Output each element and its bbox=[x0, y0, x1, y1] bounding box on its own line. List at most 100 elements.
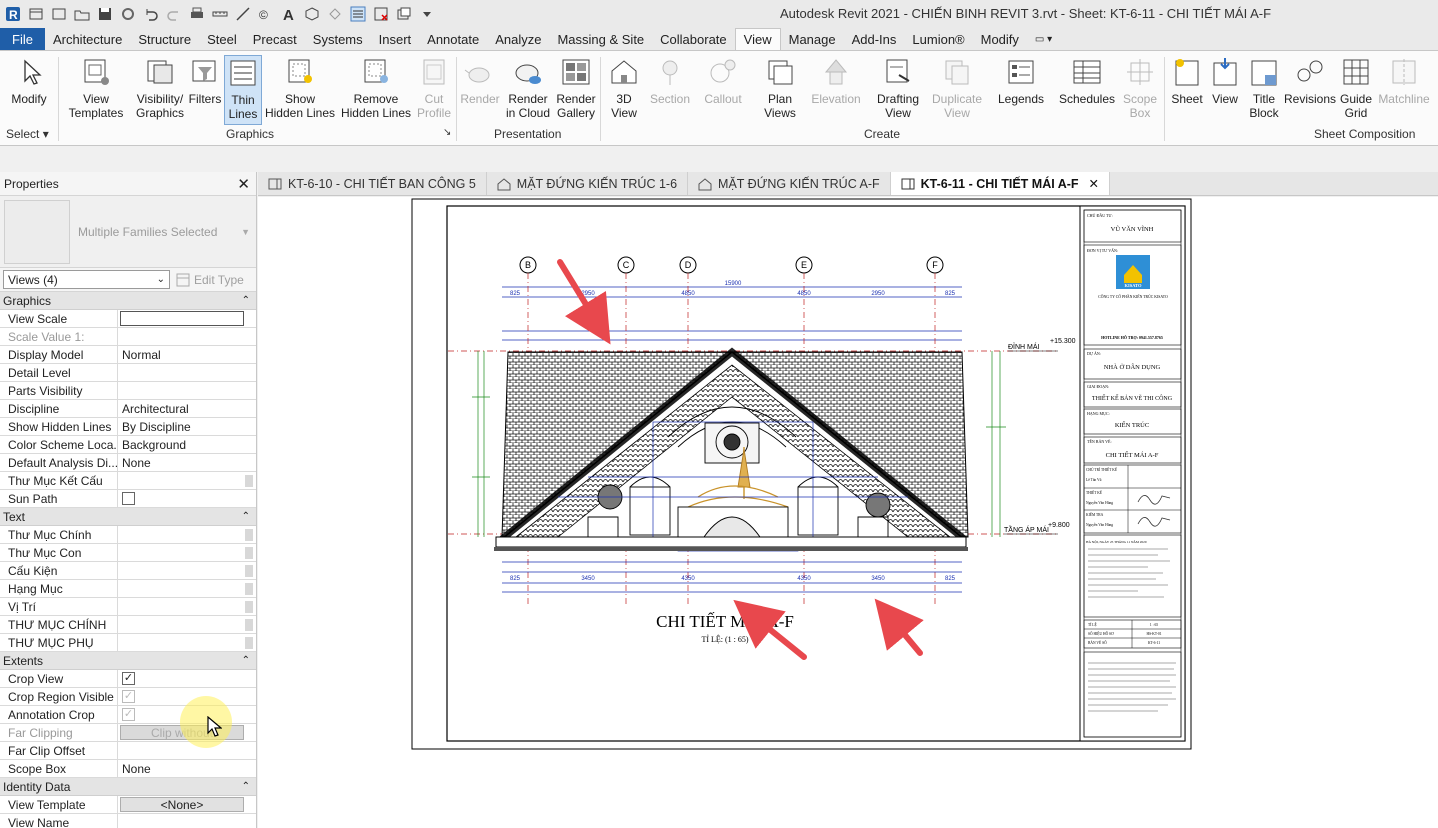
prop-view-scale[interactable]: View Scale bbox=[0, 310, 256, 328]
title-block-button[interactable]: Title Block bbox=[1246, 55, 1282, 120]
view-templates-button[interactable]: View Templates bbox=[66, 55, 126, 120]
sheet-drawing[interactable]: B C D E F 825 2950 4850 4850 2950 825 15… bbox=[258, 197, 1438, 828]
section-identity-data[interactable]: Identity Data ⌃ bbox=[0, 778, 256, 796]
3d-view-button[interactable]: 3D View bbox=[604, 55, 644, 120]
sheet-button[interactable]: Sheet bbox=[1168, 55, 1206, 106]
section-text[interactable]: Text ⌃ bbox=[0, 508, 256, 526]
cut-profile-button[interactable]: Cut Profile bbox=[414, 55, 454, 120]
measure-icon[interactable] bbox=[211, 5, 229, 23]
section-graphics[interactable]: Graphics ⌃ bbox=[0, 292, 256, 310]
undo-icon[interactable] bbox=[142, 5, 160, 23]
scrollbar-thumb[interactable] bbox=[245, 601, 253, 613]
print-icon[interactable] bbox=[188, 5, 206, 23]
tab-collaborate[interactable]: Collaborate bbox=[652, 28, 735, 50]
customize-icon[interactable] bbox=[418, 5, 436, 23]
duplicate-view-button[interactable]: Duplicate View bbox=[928, 55, 986, 120]
modify-button[interactable]: Modify bbox=[6, 55, 52, 106]
tab-architecture[interactable]: Architecture bbox=[45, 28, 130, 50]
prop-view-template[interactable]: View Template <None> bbox=[0, 796, 256, 814]
scrollbar-thumb[interactable] bbox=[245, 565, 253, 577]
prop-display-model[interactable]: Display Model Normal bbox=[0, 346, 256, 364]
save-icon[interactable] bbox=[96, 5, 114, 23]
prop-cau-kien[interactable]: Cấu Kiện bbox=[0, 562, 256, 580]
prop-show-hidden-lines[interactable]: Show Hidden Lines By Discipline bbox=[0, 418, 256, 436]
tab-insert[interactable]: Insert bbox=[371, 28, 420, 50]
prop-vi-tri[interactable]: Vị Trí bbox=[0, 598, 256, 616]
prop-hang-muc[interactable]: Hạng Mục bbox=[0, 580, 256, 598]
prop-thu-muc-chinh-upper[interactable]: THƯ MỤC CHÍNH bbox=[0, 616, 256, 634]
prop-thu-muc-ket-cau[interactable]: Thư Mục Kết Cấu bbox=[0, 472, 256, 490]
prop-thu-muc-chinh[interactable]: Thư Mục Chính bbox=[0, 526, 256, 544]
tab-manage[interactable]: Manage bbox=[781, 28, 844, 50]
thin-lines-icon[interactable] bbox=[349, 5, 367, 23]
remove-hidden-lines-button[interactable]: Remove Hidden Lines bbox=[340, 55, 412, 120]
drawing-title[interactable]: CHI TIẾT MÁI A-F bbox=[656, 612, 794, 631]
switch-windows-icon[interactable] bbox=[395, 5, 413, 23]
folder-icon[interactable] bbox=[73, 5, 91, 23]
crop-view-checkbox[interactable]: ✓ bbox=[122, 672, 135, 685]
view-scale-input[interactable] bbox=[120, 311, 244, 326]
plan-views-button[interactable]: Plan Views bbox=[758, 55, 802, 120]
elevation-button[interactable]: Elevation bbox=[808, 55, 864, 106]
tab-structure[interactable]: Structure bbox=[130, 28, 199, 50]
scrollbar-thumb[interactable] bbox=[245, 619, 253, 631]
group-select-label[interactable]: Select ▾ bbox=[6, 127, 49, 141]
sun-path-checkbox[interactable] bbox=[122, 492, 135, 505]
close-tab-icon[interactable]: ✕ bbox=[1089, 176, 1099, 191]
show-hidden-lines-button[interactable]: Show Hidden Lines bbox=[264, 55, 336, 120]
tab-analyze[interactable]: Analyze bbox=[487, 28, 549, 50]
views-filter-dropdown[interactable]: Views (4) ⌄ bbox=[3, 270, 170, 289]
render-in-cloud-button[interactable]: Render in Cloud bbox=[504, 55, 552, 120]
new-icon[interactable] bbox=[27, 5, 45, 23]
tab-file[interactable]: File bbox=[0, 28, 45, 50]
guide-grid-button[interactable]: Guide Grid bbox=[1338, 55, 1374, 120]
redo-icon[interactable] bbox=[165, 5, 183, 23]
prop-view-name[interactable]: View Name bbox=[0, 814, 256, 828]
scope-box-button[interactable]: Scope Box bbox=[1120, 55, 1160, 120]
prop-color-scheme-location[interactable]: Color Scheme Loca... Background bbox=[0, 436, 256, 454]
revisions-button[interactable]: Revisions bbox=[1284, 55, 1336, 106]
schedules-button[interactable]: Schedules bbox=[1058, 55, 1116, 106]
tab-systems[interactable]: Systems bbox=[305, 28, 371, 50]
view-tab-kt-6-11[interactable]: KT-6-11 - CHI TIẾT MÁI A-F ✕ bbox=[890, 172, 1111, 195]
dimension-icon[interactable] bbox=[234, 5, 252, 23]
type-selector[interactable]: Multiple Families Selected ▼ bbox=[0, 196, 256, 268]
render-button[interactable]: Render bbox=[458, 55, 502, 106]
place-view-button[interactable]: View bbox=[1208, 55, 1242, 106]
filters-button[interactable]: Filters bbox=[188, 55, 222, 106]
prop-discipline[interactable]: Discipline Architectural bbox=[0, 400, 256, 418]
drawing-canvas[interactable]: B C D E F 825 2950 4850 4850 2950 825 15… bbox=[258, 197, 1438, 828]
scrollbar-thumb[interactable] bbox=[245, 475, 253, 487]
scrollbar-thumb[interactable] bbox=[245, 637, 253, 649]
section-extents[interactable]: Extents ⌃ bbox=[0, 652, 256, 670]
view-template-button[interactable]: <None> bbox=[120, 797, 244, 812]
close-icon[interactable]: ✕ bbox=[237, 175, 250, 193]
prop-parts-visibility[interactable]: Parts Visibility bbox=[0, 382, 256, 400]
close-hidden-icon[interactable] bbox=[372, 5, 390, 23]
open-icon[interactable] bbox=[50, 5, 68, 23]
prop-detail-level[interactable]: Detail Level bbox=[0, 364, 256, 382]
tab-view[interactable]: View bbox=[734, 28, 781, 50]
ribbon-minimize-toggle[interactable]: ▭ ▾ bbox=[1027, 28, 1060, 50]
tab-steel[interactable]: Steel bbox=[199, 28, 245, 50]
visibility-graphics-button[interactable]: Visibility/Graphics bbox=[132, 55, 188, 120]
tab-modify[interactable]: Modify bbox=[973, 28, 1027, 50]
section-button[interactable]: Section bbox=[648, 55, 692, 106]
thin-lines-button[interactable]: Thin Lines bbox=[224, 55, 262, 125]
prop-thu-muc-con[interactable]: Thư Mục Con bbox=[0, 544, 256, 562]
matchline-button[interactable]: Matchline bbox=[1376, 55, 1432, 106]
render-gallery-button[interactable]: Render Gallery bbox=[554, 55, 598, 120]
tag-icon[interactable]: © bbox=[257, 5, 275, 23]
scrollbar-thumb[interactable] bbox=[245, 583, 253, 595]
tab-massing-site[interactable]: Massing & Site bbox=[549, 28, 652, 50]
view-tab-mat-dung-1-6[interactable]: MẶT ĐỨNG KIẾN TRÚC 1-6 bbox=[487, 172, 689, 195]
3d-view-icon[interactable] bbox=[303, 5, 321, 23]
graphics-dialog-launcher-icon[interactable]: ↘ bbox=[443, 127, 451, 138]
sync-icon[interactable] bbox=[119, 5, 137, 23]
edit-type-button[interactable]: Edit Type bbox=[176, 273, 244, 287]
legends-button[interactable]: Legends bbox=[996, 55, 1046, 106]
view-tab-kt-6-10[interactable]: KT-6-10 - CHI TIẾT BAN CÔNG 5 bbox=[258, 172, 487, 195]
drafting-view-button[interactable]: Drafting View bbox=[872, 55, 924, 120]
prop-default-analysis[interactable]: Default Analysis Di... None bbox=[0, 454, 256, 472]
annotation-crop-checkbox[interactable]: ✓ bbox=[122, 708, 135, 721]
